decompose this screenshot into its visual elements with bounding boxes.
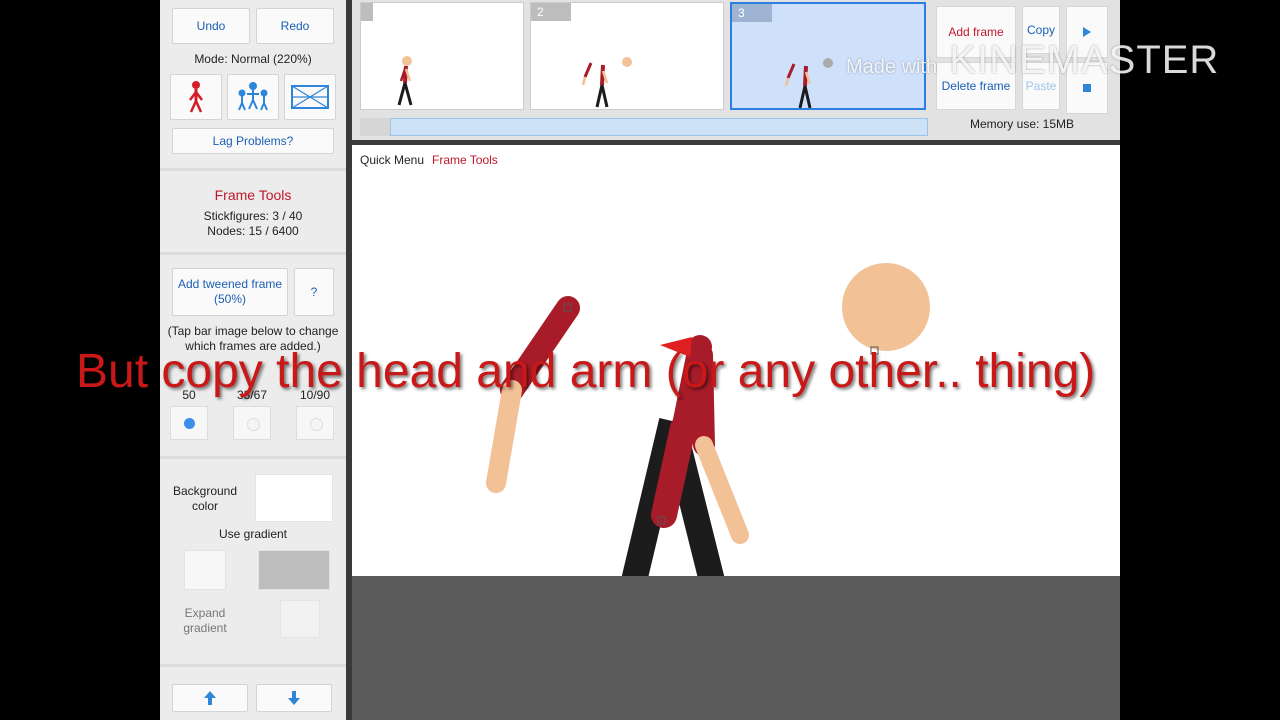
canvas-offscreen-area: [352, 576, 1120, 720]
ratio-option-10-90[interactable]: [296, 406, 334, 440]
stop-icon: [1083, 84, 1091, 92]
unselected-dot: [310, 418, 323, 431]
frame-number: [361, 3, 373, 21]
add-tweened-frame-button[interactable]: Add tweened frame (50%): [172, 268, 288, 316]
memory-use-text: Memory use: 15MB: [969, 117, 1075, 131]
timeline-frame-2[interactable]: 2: [530, 2, 724, 110]
frame-thumbnail: [784, 58, 833, 108]
lag-problems-button[interactable]: Lag Problems?: [172, 128, 334, 154]
nodes-count: Nodes: 15 / 6400: [207, 224, 299, 238]
detached-forearm: [486, 380, 522, 493]
frame-number: 2: [531, 3, 571, 21]
panel-separator: [160, 456, 346, 459]
image-frame-icon: [291, 85, 329, 109]
undo-button[interactable]: Undo: [172, 8, 250, 44]
tween-help-button[interactable]: ?: [294, 268, 334, 316]
image-tool-button[interactable]: [284, 74, 336, 120]
stickfigures-group-icon: [238, 82, 268, 111]
stickfigure-red-icon: [189, 81, 203, 113]
kinemaster-watermark: Made with KINEMASTER: [846, 38, 1219, 83]
timeline-scroll-thumb[interactable]: [390, 118, 928, 136]
timeline-frame-1[interactable]: [360, 2, 524, 110]
detached-head: [842, 263, 930, 351]
made-with-text: Made with: [846, 56, 938, 78]
arrow-down-icon: [288, 691, 300, 705]
expand-gradient-checkbox[interactable]: [280, 600, 320, 638]
frame-tools-heading: Frame Tools: [214, 187, 292, 203]
panel-separator: [160, 168, 346, 171]
frame-thumbnail: [397, 56, 413, 106]
gradient-color-swatch[interactable]: [258, 550, 330, 590]
selected-dot: [184, 418, 195, 429]
play-icon: [1083, 27, 1091, 37]
unselected-dot: [247, 418, 260, 431]
video-caption: But copy the head and arm (or any other.…: [76, 345, 1096, 398]
panel-separator: [160, 252, 346, 255]
single-figure-tool-button[interactable]: [170, 74, 222, 120]
ratio-option-50[interactable]: [170, 406, 208, 440]
frame-number: 3: [732, 4, 772, 22]
multi-figure-tool-button[interactable]: [227, 74, 279, 120]
background-color-label: Background color: [172, 484, 238, 513]
torso-lower: [651, 415, 696, 528]
brand-text: KINEMASTER: [949, 38, 1220, 82]
scroll-up-button[interactable]: [172, 684, 248, 712]
arrow-up-icon: [204, 691, 216, 705]
redo-button[interactable]: Redo: [256, 8, 334, 44]
expand-gradient-label: Expand gradient: [183, 606, 227, 635]
ratio-option-33-67[interactable]: [233, 406, 271, 440]
use-gradient-checkbox[interactable]: [184, 550, 226, 590]
use-gradient-label: Use gradient: [218, 527, 288, 541]
panel-separator: [160, 664, 346, 667]
background-color-swatch[interactable]: [255, 474, 333, 522]
scroll-down-button[interactable]: [256, 684, 332, 712]
mode-text: Mode: Normal (220%): [194, 52, 312, 66]
frame-thumbnail: [581, 57, 632, 108]
stickfigures-count: Stickfigures: 3 / 40: [203, 209, 303, 223]
